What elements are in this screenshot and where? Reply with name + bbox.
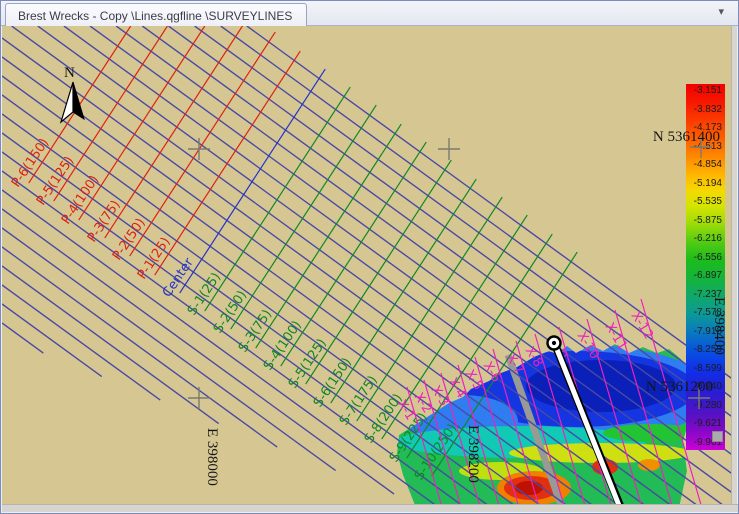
tab-bar: Brest Wrecks - Copy \Lines.qgfline \SURV… xyxy=(1,1,738,26)
legend-value: -4.513 xyxy=(683,142,722,152)
main-survey-line[interactable] xyxy=(2,285,160,400)
legend-value: -8.599 xyxy=(683,364,722,374)
legend-value: -4.173 xyxy=(683,123,722,133)
main-survey-line[interactable] xyxy=(2,38,649,508)
survey-line-label: P-2(50) xyxy=(110,216,149,264)
legend-value: -7.918 xyxy=(683,327,722,337)
legend-value: -9.621 xyxy=(683,419,722,429)
map-viewport[interactable]: P-6(150)P-5(125)P-4(100)P-3(75)P-2(50)P-… xyxy=(2,26,734,508)
survey-line-label: S-2(50) xyxy=(211,288,250,336)
main-survey-line[interactable] xyxy=(2,266,219,424)
legend-value: -5.875 xyxy=(683,216,722,226)
document-tab[interactable]: Brest Wrecks - Copy \Lines.qgfline \SURV… xyxy=(5,3,307,27)
app-window: Brest Wrecks - Copy \Lines.qgfline \SURV… xyxy=(0,0,739,514)
main-survey-line[interactable] xyxy=(247,26,734,380)
survey-line-label: S-3(75) xyxy=(236,307,275,355)
survey-line-S-6(150)[interactable]: S-6(150) xyxy=(311,179,476,410)
survey-line-label: P-3(75) xyxy=(85,198,124,246)
legend-value: -7.237 xyxy=(683,290,722,300)
document-tab-label: Brest Wrecks - Copy \Lines.qgfline \SURV… xyxy=(18,9,292,23)
main-survey-line[interactable] xyxy=(168,26,734,437)
survey-line-P-1(25)[interactable]: P-1(25) xyxy=(135,51,300,282)
legend-value: -6.216 xyxy=(683,234,722,244)
legend-value: -6.556 xyxy=(683,253,722,263)
depth-legend-gradient-bar xyxy=(686,84,725,450)
legend-value: -3.151 xyxy=(683,86,722,96)
survey-line-label: P-1(25) xyxy=(135,235,174,283)
survey-lines-canvas: P-6(150)P-5(125)P-4(100)P-3(75)P-2(50)P-… xyxy=(2,26,734,508)
legend-value: -8.259 xyxy=(683,345,722,355)
legend-value: -5.194 xyxy=(683,179,722,189)
main-survey-line[interactable] xyxy=(2,209,394,494)
legend-value: -7.578 xyxy=(683,308,722,318)
legend-grip-icon[interactable] xyxy=(712,431,723,442)
legend-value: -5.535 xyxy=(683,197,722,207)
main-survey-line[interactable] xyxy=(2,323,43,353)
window-bottom-border xyxy=(2,504,739,512)
survey-line-label: S-1(25) xyxy=(185,270,224,318)
legend-value: -9.280 xyxy=(683,401,722,411)
legend-value: -8.940 xyxy=(683,382,722,392)
legend-value: -4.854 xyxy=(683,160,722,170)
tab-list-dropdown-icon[interactable]: ▾ xyxy=(718,5,724,18)
legend-value: -3.832 xyxy=(683,105,722,115)
legend-value: -6.897 xyxy=(683,271,722,281)
depth-legend: -3.151 -3.832 -4.173 -4.513 -4.854 -5.194 -5.5… xyxy=(686,84,725,450)
main-survey-line[interactable] xyxy=(221,26,734,399)
main-survey-line[interactable] xyxy=(2,304,102,377)
main-survey-line[interactable] xyxy=(2,190,439,508)
window-right-border xyxy=(731,26,737,508)
main-survey-line[interactable] xyxy=(64,26,727,508)
main-survey-line[interactable] xyxy=(2,57,622,508)
